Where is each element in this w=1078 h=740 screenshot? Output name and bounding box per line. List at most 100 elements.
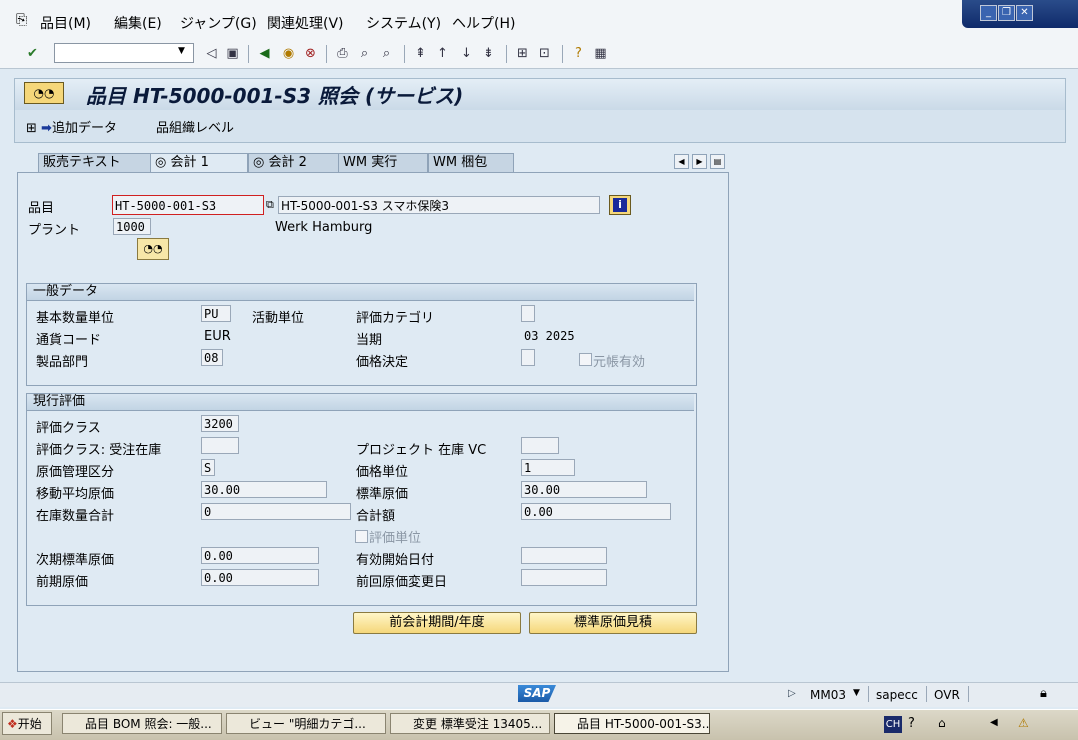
tab-label: 会計 1 xyxy=(170,155,209,170)
price-unit-field[interactable]: 1 xyxy=(521,459,575,476)
total-value-field[interactable]: 0.00 xyxy=(521,503,671,520)
project-stock-field[interactable] xyxy=(521,437,559,454)
future-price-field[interactable]: 0.00 xyxy=(201,547,319,564)
info-icon[interactable]: i xyxy=(609,195,631,215)
enter-icon[interactable]: ✔ xyxy=(24,45,41,62)
command-dropdown-icon[interactable]: ▼ xyxy=(178,46,185,56)
standard-price-label: 標準原価 xyxy=(356,487,409,502)
start-button[interactable]: ❖开始 xyxy=(2,712,52,735)
tab-scroll-right-icon[interactable]: ▶ xyxy=(692,154,707,169)
valuated-unit-label: 評価単位 xyxy=(369,531,422,546)
material-field[interactable]: HT-5000-001-S3 xyxy=(112,195,264,215)
ime-help-icon[interactable]: ? xyxy=(908,716,915,731)
glasses-icon[interactable]: ◔◔ xyxy=(24,82,64,104)
command-field[interactable] xyxy=(54,43,194,63)
save-icon[interactable]: ▣ xyxy=(224,45,241,62)
valuation-class-so-label: 評価クラス: 受注在庫 xyxy=(36,443,162,458)
menu-help[interactable]: ヘルプ(H) xyxy=(452,13,515,33)
valid-from-label: 有効開始日付 xyxy=(356,553,435,568)
start-label: 开始 xyxy=(17,717,42,731)
ime-indicator[interactable]: CH xyxy=(884,716,902,733)
taskbar-item-material[interactable]: 品目 HT-5000-001-S3... xyxy=(554,713,710,734)
standard-cost-estimate-button[interactable]: 標準原価見積 xyxy=(529,612,697,634)
print-icon[interactable]: ⎙ xyxy=(334,45,351,62)
tab-scroll-left-icon[interactable]: ◀ xyxy=(674,154,689,169)
total-value-label: 合計額 xyxy=(356,509,396,524)
org-structure-icon: 品 xyxy=(156,121,170,136)
ledger-active-checkbox[interactable] xyxy=(579,353,592,366)
exit-icon[interactable]: ◉ xyxy=(280,45,297,62)
menu-material[interactable]: 品目(M) xyxy=(40,13,91,33)
valuation-category-field[interactable] xyxy=(521,305,535,322)
base-uom-label: 基本数量単位 xyxy=(36,311,115,326)
warning-icon[interactable]: ⚠ xyxy=(1018,716,1029,730)
tab-wm-execution[interactable]: WM 実行 xyxy=(338,153,428,172)
standard-price-field[interactable]: 30.00 xyxy=(521,481,647,498)
shortcut-icon[interactable]: ⊡ xyxy=(536,45,553,62)
material-label: 品目 xyxy=(28,201,55,216)
division-label: 製品部門 xyxy=(36,355,89,370)
division-field[interactable]: 08 xyxy=(201,349,223,366)
prev-page-icon[interactable]: ↑ xyxy=(434,45,451,62)
back-arrow-icon[interactable]: ◁ xyxy=(203,45,220,62)
arrow-right-icon: ➡ xyxy=(41,121,52,136)
taskbar-item-sales-order[interactable]: 変更 標準受注 13405... xyxy=(390,713,550,734)
future-price-label: 次期標準原価 xyxy=(36,553,115,568)
org-levels-label: 組織レベル xyxy=(169,121,235,136)
plant-field[interactable]: 1000 xyxy=(113,218,151,235)
tab-wm-packaging[interactable]: WM 梱包 xyxy=(428,153,514,172)
cancel-icon[interactable]: ⊗ xyxy=(302,45,319,62)
org-levels-button[interactable]: 品組織レベル xyxy=(156,117,234,136)
status-toggle-icon[interactable]: ▷ xyxy=(788,688,796,699)
activity-unit-label: 活動単位 xyxy=(252,311,305,326)
tray-arrow-icon[interactable]: ◀ xyxy=(990,717,998,728)
taskbar-item-item-category[interactable]: ビュー "明細カテゴ... xyxy=(226,713,386,734)
layout-menu-icon[interactable]: ▦ xyxy=(592,45,609,62)
previous-price-field[interactable]: 0.00 xyxy=(201,569,319,586)
menu-environment[interactable]: 関連処理(V) xyxy=(267,13,344,33)
tab-accounting-2[interactable]: ◎ 会計 2 xyxy=(248,153,340,172)
menu-edit[interactable]: 編集(E) xyxy=(114,13,162,33)
back-icon[interactable]: ◀ xyxy=(256,45,273,62)
base-uom-field[interactable]: PU xyxy=(201,305,231,322)
valuation-class-so-field[interactable] xyxy=(201,437,239,454)
total-stock-field[interactable]: 0 xyxy=(201,503,351,520)
tab-list-icon[interactable]: ▤ xyxy=(710,154,725,169)
general-data-title: 一般データ xyxy=(27,284,694,301)
previous-period-button[interactable]: 前会計期間/年度 xyxy=(353,612,521,634)
first-page-icon[interactable]: ⇞ xyxy=(412,45,429,62)
menu-system[interactable]: システム(Y) xyxy=(366,13,441,33)
moving-average-price-field[interactable]: 30.00 xyxy=(201,481,327,498)
find-next-icon[interactable]: ⌕ xyxy=(378,45,395,62)
price-unit-label: 価格単位 xyxy=(356,465,409,480)
toolbar-separator xyxy=(326,45,327,63)
currency-label: 通貨コード xyxy=(36,333,102,348)
tab-sales-text[interactable]: 販売テキスト xyxy=(38,153,152,172)
new-session-icon[interactable]: ⊞ xyxy=(514,45,531,62)
last-price-change-field[interactable] xyxy=(521,569,607,586)
tray-icon[interactable]: ⌂ xyxy=(938,716,946,730)
tab-accounting-1[interactable]: ◎ 会計 1 xyxy=(150,153,248,173)
valid-from-field[interactable] xyxy=(521,547,607,564)
org-level-glasses-icon[interactable]: ◔◔ xyxy=(137,238,169,260)
tcode-dropdown-icon[interactable]: ▼ xyxy=(853,688,860,698)
taskbar-item-bom[interactable]: 品目 BOM 照会: 一般... xyxy=(62,713,222,734)
price-control-field[interactable]: S xyxy=(201,459,215,476)
status-separator xyxy=(926,686,927,702)
last-page-icon[interactable]: ⇟ xyxy=(480,45,497,62)
menu-icon[interactable]: ⎘ xyxy=(16,12,27,28)
find-icon[interactable]: ⌕ xyxy=(356,45,373,62)
next-page-icon[interactable]: ↓ xyxy=(458,45,475,62)
material-description-field[interactable]: HT-5000-001-S3 スマホ保険3 xyxy=(278,196,600,214)
minimize-icon[interactable]: _ xyxy=(980,5,997,21)
additional-data-button[interactable]: ⊞ ➡追加データ xyxy=(26,117,117,136)
help-icon[interactable]: ? xyxy=(570,45,587,62)
tab-label: 会計 2 xyxy=(268,155,307,170)
restore-icon[interactable]: ❐ xyxy=(998,5,1015,21)
close-icon[interactable]: ✕ xyxy=(1016,5,1033,21)
menu-goto[interactable]: ジャンプ(G) xyxy=(180,13,257,33)
price-determination-field[interactable] xyxy=(521,349,535,366)
valuation-class-label: 評価クラス xyxy=(36,421,101,436)
valuated-unit-checkbox[interactable] xyxy=(355,530,368,543)
valuation-class-field[interactable]: 3200 xyxy=(201,415,239,432)
